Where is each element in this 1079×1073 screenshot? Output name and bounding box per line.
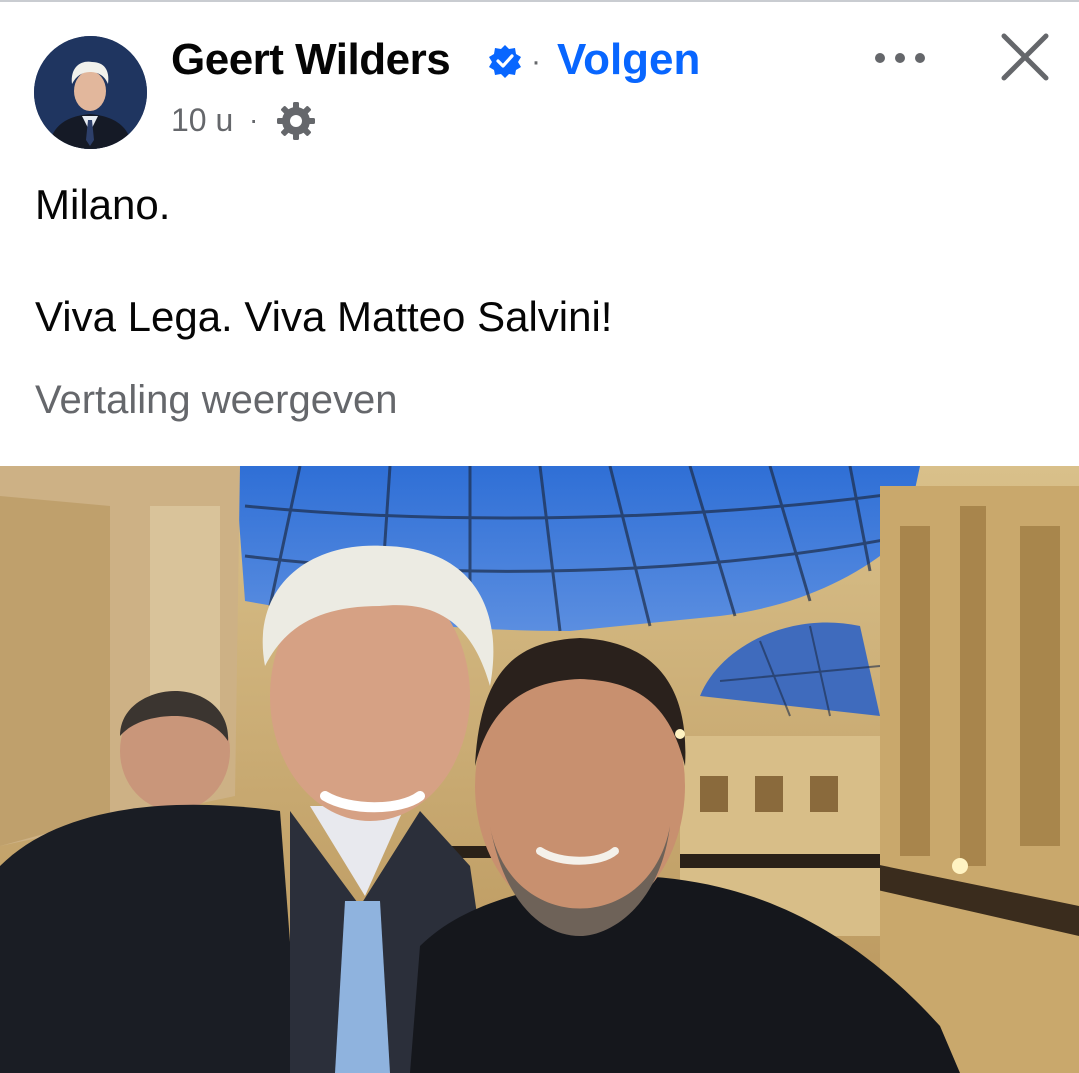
meta-separator: · [249, 104, 259, 135]
verified-badge-icon [487, 43, 523, 79]
post-text-line: Milano. [35, 181, 171, 228]
post-text-line: Viva Lega. Viva Matteo Salvini! [35, 293, 613, 340]
author-avatar[interactable] [34, 36, 147, 149]
close-icon[interactable] [996, 28, 1054, 86]
translate-link[interactable]: Vertaling weergeven [35, 375, 397, 425]
more-options-icon[interactable] [868, 40, 932, 76]
follow-button[interactable]: Volgen [557, 34, 700, 86]
author-name[interactable]: Geert Wilders [171, 34, 451, 86]
post-photo[interactable] [0, 466, 1079, 1073]
header-separator: · [531, 45, 541, 78]
top-divider [0, 0, 1079, 2]
gear-icon[interactable] [274, 99, 318, 143]
post-timestamp[interactable]: 10 u [171, 100, 233, 140]
